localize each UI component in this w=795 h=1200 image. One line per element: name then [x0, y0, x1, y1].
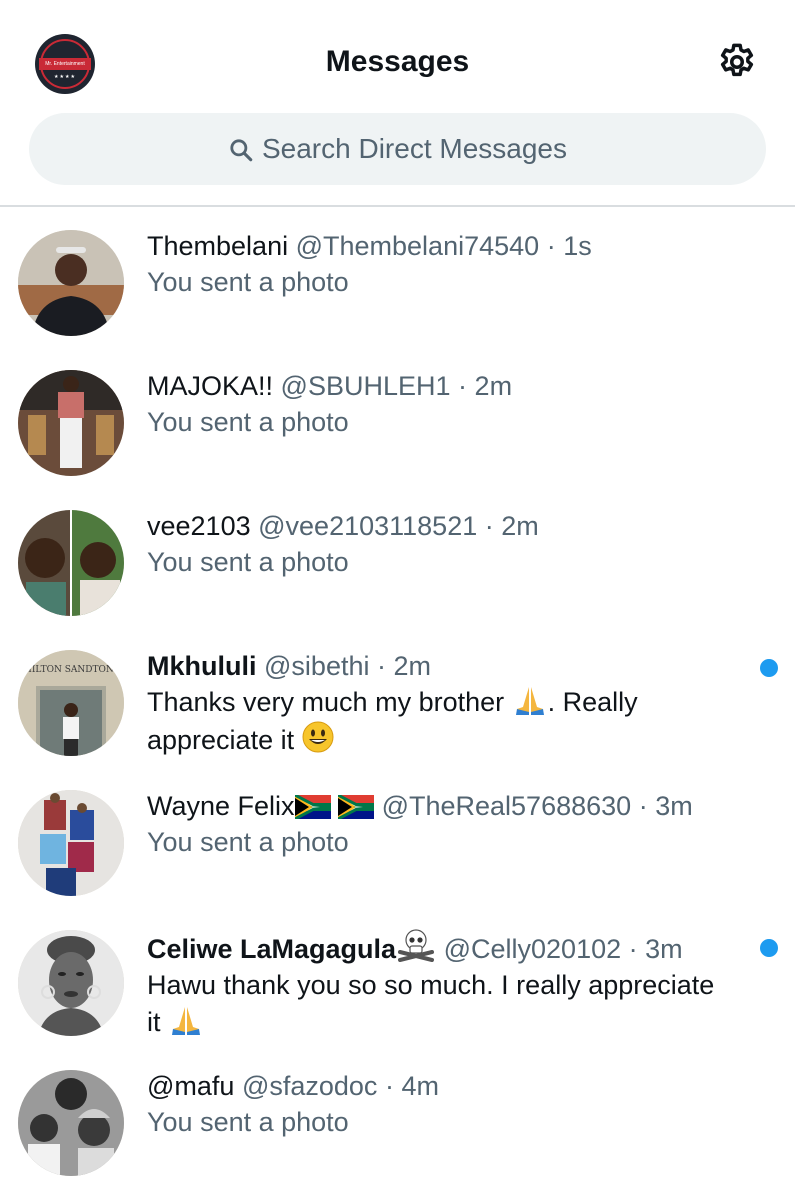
list-item[interactable]: Celiwe LaMagagula @Celly020102 · 3m Hawu…: [0, 928, 795, 1068]
timestamp: 2m: [393, 651, 432, 681]
separator: ·: [458, 371, 468, 401]
message-preview: You sent a photo: [147, 827, 349, 857]
conversation-handle: @Celly020102: [443, 934, 622, 964]
conversation-name: Mkhululi: [147, 651, 257, 681]
conversation-handle: @sibethi: [264, 651, 370, 681]
avatar: [18, 930, 124, 1036]
search-input[interactable]: Search Direct Messages: [29, 113, 766, 185]
separator: ·: [377, 651, 386, 681]
conversation-handle: @sfazodoc: [241, 1071, 378, 1101]
message-preview-part: it: [147, 1007, 169, 1037]
list-item[interactable]: @mafu @sfazodoc · 4m You sent a photo: [0, 1068, 795, 1200]
list-item[interactable]: vee2103 @vee2103118521 · 2m You sent a p…: [0, 508, 795, 648]
header: Mr. Entertainment ★★★★ Messages: [0, 0, 795, 112]
timestamp: 3m: [655, 791, 693, 821]
separator: ·: [484, 511, 494, 541]
avatar: HILTON SANDTON: [18, 650, 124, 756]
conversation-handle: @vee2103118521: [258, 511, 478, 541]
unread-indicator: [760, 659, 778, 677]
message-preview-part: appreciate it: [147, 725, 302, 755]
avatar: [18, 790, 124, 896]
separator: ·: [628, 934, 638, 964]
timestamp: 3m: [645, 934, 683, 964]
folded-hands-icon: [172, 1007, 201, 1035]
smiling-face-icon: [302, 721, 334, 753]
timestamp: 2m: [501, 511, 539, 541]
conversation-name: Wayne Felix: [147, 791, 295, 821]
folded-hands-icon: [515, 687, 544, 715]
conversation-name: Thembelani: [147, 231, 289, 261]
unread-indicator: [760, 939, 778, 957]
gear-icon[interactable]: [716, 41, 758, 83]
south-africa-flag-icon: [294, 795, 331, 819]
separator: ·: [638, 791, 648, 821]
conversation-handle: @SBUHLEH1: [280, 371, 451, 401]
avatar-sign-text: HILTON SANDTON: [24, 665, 114, 675]
avatar: [18, 230, 124, 336]
list-item[interactable]: Wayne Felix @TheReal57688630 · 3m You se…: [0, 788, 795, 928]
avatar: [18, 1070, 124, 1176]
search-placeholder: Search Direct Messages: [261, 133, 567, 164]
message-preview: You sent a photo: [147, 547, 349, 577]
message-preview: Hawu thank you so so much. I really appr…: [147, 967, 761, 1041]
skull-crossbones-icon: [398, 929, 435, 962]
conversation-name: @mafu: [147, 1071, 235, 1101]
list-item[interactable]: HILTON SANDTON Mkhululi @sibethi · 2m Th…: [0, 648, 795, 788]
separator: ·: [546, 231, 556, 261]
separator: ·: [384, 1071, 394, 1101]
divider: [0, 205, 795, 207]
search-icon: [230, 138, 253, 161]
message-preview-part: Hawu thank you so so much. I really appr…: [147, 970, 715, 1000]
avatar: [18, 370, 124, 476]
timestamp: 2m: [474, 371, 513, 401]
message-preview: Thanks very much my brother . Really appr…: [147, 684, 761, 759]
page-title: Messages: [325, 45, 470, 78]
message-preview: You sent a photo: [147, 1107, 349, 1137]
timestamp: 4m: [401, 1071, 439, 1101]
conversation-name: Celiwe LaMagagula: [147, 934, 397, 964]
conversation-name: vee2103: [147, 511, 251, 541]
conversation-handle: @TheReal57688630: [381, 791, 632, 821]
conversation-name: MAJOKA!!: [147, 371, 274, 401]
conversation-handle: @Thembelani74540: [295, 231, 540, 261]
timestamp: 1s: [563, 231, 592, 261]
south-africa-flag-icon: [338, 795, 375, 819]
avatar: [18, 510, 124, 616]
list-item[interactable]: Thembelani @Thembelani74540 · 1s You sen…: [0, 228, 795, 368]
list-item[interactable]: MAJOKA!! @SBUHLEH1 · 2m You sent a photo: [0, 368, 795, 508]
message-preview-part: . Really: [547, 687, 638, 717]
message-preview: You sent a photo: [147, 407, 349, 437]
message-preview: You sent a photo: [147, 267, 349, 297]
message-preview-part: Thanks very much my brother: [147, 687, 512, 717]
